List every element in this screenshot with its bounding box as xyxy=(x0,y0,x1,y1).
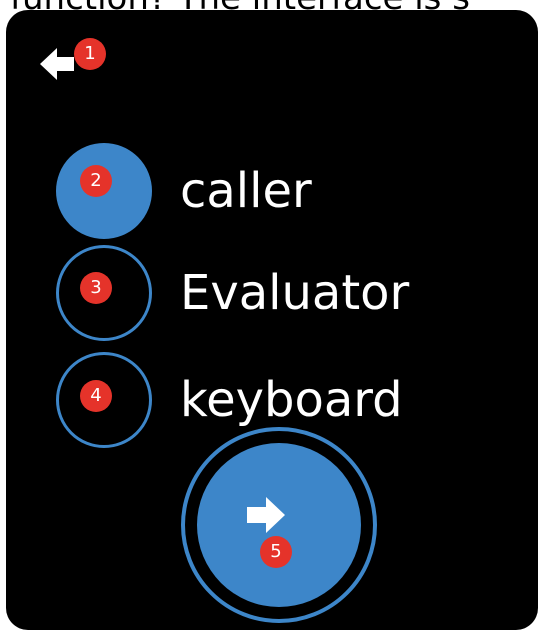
option-caller[interactable]: caller xyxy=(56,143,496,239)
confirm-button[interactable] xyxy=(197,443,361,607)
marker-4: 4 xyxy=(80,380,112,412)
marker-1: 1 xyxy=(74,38,106,70)
page: function? The interface is s caller Eval… xyxy=(0,0,542,634)
arrow-left-icon xyxy=(40,48,74,80)
confirm-button-ring xyxy=(181,427,377,623)
option-label-keyboard: keyboard xyxy=(180,372,403,428)
option-evaluator[interactable]: Evaluator xyxy=(56,245,496,341)
option-label-caller: caller xyxy=(180,163,312,219)
arrow-right-icon xyxy=(247,497,285,533)
marker-5: 5 xyxy=(260,536,292,568)
marker-3: 3 xyxy=(80,272,112,304)
option-label-evaluator: Evaluator xyxy=(180,265,410,321)
marker-2: 2 xyxy=(80,165,112,197)
